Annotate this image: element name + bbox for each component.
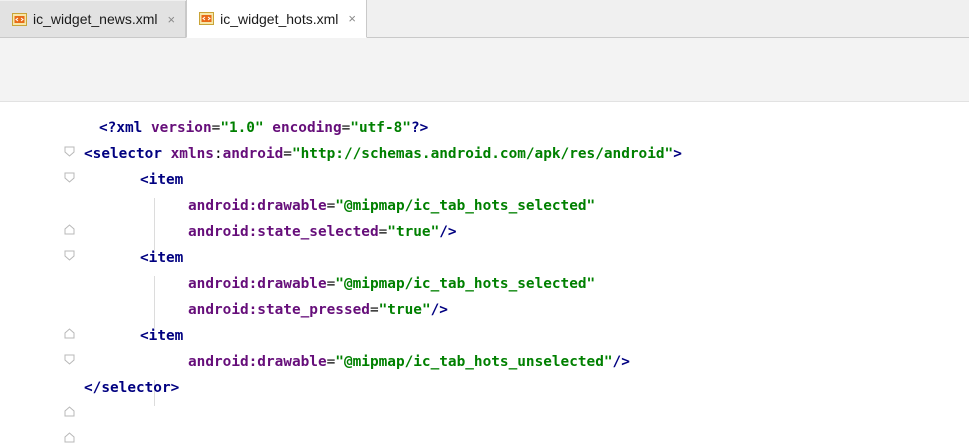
close-icon[interactable]: × (168, 12, 176, 27)
token: < (140, 172, 149, 188)
token: > (673, 146, 682, 162)
token: "@mipmap/ic_tab_hots_selected" (335, 198, 596, 214)
token: = (326, 276, 336, 292)
fold-end-icon[interactable] (64, 224, 75, 235)
token: = (326, 354, 336, 370)
fold-end-icon[interactable] (64, 328, 75, 339)
token: = (378, 224, 388, 240)
token: < (140, 250, 149, 266)
token: android:state_selected (188, 224, 379, 240)
code-line-7: android:drawable="@mipmap/ic_tab_hots_se… (188, 271, 595, 297)
token: <? (99, 120, 117, 136)
code-line-8: android:state_pressed="true"/> (188, 297, 448, 323)
token: "true" (378, 302, 431, 318)
token: xml (116, 120, 143, 136)
token: "@mipmap/ic_tab_hots_unselected" (335, 354, 613, 370)
token: item (148, 250, 184, 266)
token: = (369, 302, 379, 318)
code-line-3: <item (140, 167, 183, 193)
code-line-1: <?xml version="1.0" encoding="utf-8"?> (99, 115, 428, 141)
token: android:drawable (188, 276, 327, 292)
xml-file-icon (12, 12, 27, 26)
editor-toolbar-strip (0, 38, 969, 102)
xml-file-icon (199, 12, 215, 25)
token: android:drawable (188, 198, 327, 214)
token: : (213, 146, 223, 162)
token: /> (439, 224, 457, 240)
fold-open-icon[interactable] (64, 354, 75, 365)
token: selector (92, 146, 162, 162)
editor-gutter (0, 102, 75, 443)
token: < (140, 328, 149, 344)
token: "1.0" (220, 120, 264, 136)
indent-guide (154, 276, 155, 328)
token: android:state_pressed (188, 302, 370, 318)
token: = (341, 120, 351, 136)
tab-ic-widget-hots[interactable]: ic_widget_hots.xml × (186, 0, 367, 38)
code-line-6: <item (140, 245, 183, 271)
close-icon[interactable]: × (348, 11, 356, 26)
fold-end-icon[interactable] (64, 432, 75, 443)
token: android (222, 146, 284, 162)
token: = (211, 120, 221, 136)
token: "@mipmap/ic_tab_hots_selected" (335, 276, 596, 292)
code-line-11: </selector> (84, 375, 179, 401)
editor-tab-bar: ic_widget_news.xml × ic_widget_hots.xml … (0, 0, 969, 38)
token: "true" (387, 224, 440, 240)
token: item (148, 328, 184, 344)
code-editor[interactable]: <?xml version="1.0" encoding="utf-8"?> <… (0, 102, 969, 443)
token: selector (101, 380, 171, 396)
token: item (148, 172, 184, 188)
token: android:drawable (188, 354, 327, 370)
token: encoding (263, 120, 342, 136)
token: /> (612, 354, 630, 370)
code-line-2: <selector xmlns:android="http://schemas.… (84, 141, 682, 167)
fold-open-icon[interactable] (64, 146, 75, 157)
fold-open-icon[interactable] (64, 250, 75, 261)
code-line-5: android:state_selected="true"/> (188, 219, 457, 245)
token: ?> (410, 120, 429, 136)
token: /> (430, 302, 448, 318)
code-line-4: android:drawable="@mipmap/ic_tab_hots_se… (188, 193, 595, 219)
tab-label: ic_widget_hots.xml (220, 10, 339, 27)
token: = (326, 198, 336, 214)
token: "http://schemas.android.com/apk/res/andr… (291, 146, 674, 162)
tab-label: ic_widget_news.xml (33, 11, 158, 27)
token: > (170, 380, 180, 396)
token: < (84, 146, 93, 162)
fold-end-icon[interactable] (64, 406, 75, 417)
code-line-9: <item (140, 323, 183, 349)
fold-open-icon[interactable] (64, 172, 75, 183)
token: </ (84, 380, 102, 396)
tab-ic-widget-news[interactable]: ic_widget_news.xml × (0, 1, 187, 37)
token: = (283, 146, 292, 162)
token: "utf-8" (350, 120, 411, 136)
token: version (142, 120, 212, 136)
code-line-10: android:drawable="@mipmap/ic_tab_hots_un… (188, 349, 630, 375)
token: xmlns (161, 146, 214, 162)
indent-guide (154, 198, 155, 250)
